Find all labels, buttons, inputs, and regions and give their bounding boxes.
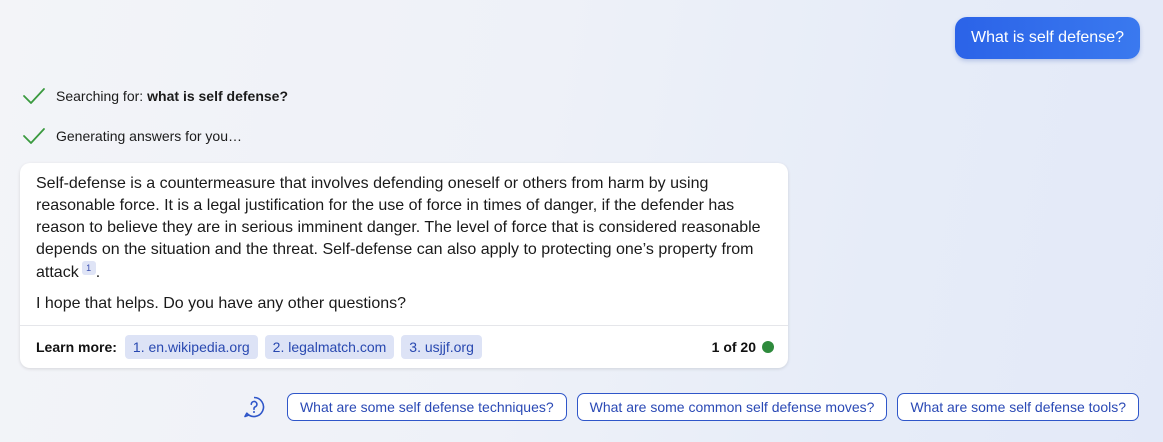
answer-paragraph: Self-defense is a countermeasure that in… [36,173,764,284]
suggestion-bar: What are some self defense techniques? W… [242,393,1139,421]
answer-footer: Learn more: 1. en.wikipedia.org 2. legal… [20,325,788,368]
status-searching-prefix: Searching for: [56,88,144,104]
learn-more-label: Learn more: [36,339,117,355]
suggestion-chip[interactable]: What are some self defense tools? [897,393,1139,421]
user-message-text: What is self defense? [971,29,1124,46]
status-generating: Generating answers for you… [22,126,242,146]
source-link-1[interactable]: 1. en.wikipedia.org [124,335,258,359]
answer-paragraph-2: I hope that helps. Do you have any other… [36,295,407,312]
checkmark-icon [22,86,46,106]
status-search-query: what is self defense? [147,88,288,104]
answer-text: Self-defense is a countermeasure that in… [20,163,788,315]
source-link-2[interactable]: 2. legalmatch.com [264,335,395,359]
status-generating-text: Generating answers for you… [56,128,242,144]
status-searching: Searching for: what is self defense? [22,86,288,106]
turn-status-dot [762,341,774,353]
answer-card: Self-defense is a countermeasure that in… [20,163,788,368]
suggestion-chip[interactable]: What are some self defense techniques? [286,393,567,421]
question-mark-icon[interactable] [242,395,266,419]
turn-counter-text: 1 of 20 [711,339,756,355]
answer-paragraph-1: Self-defense is a countermeasure that in… [36,175,761,281]
citation-badge[interactable]: 1 [81,261,96,275]
checkmark-icon [22,126,46,146]
answer-paragraph-1-end: . [95,264,101,281]
suggestion-chip[interactable]: What are some common self defense moves? [576,393,888,421]
turn-counter: 1 of 20 [712,339,774,355]
source-link-3[interactable]: 3. usjjf.org [401,335,482,359]
user-message-bubble: What is self defense? [955,17,1140,59]
